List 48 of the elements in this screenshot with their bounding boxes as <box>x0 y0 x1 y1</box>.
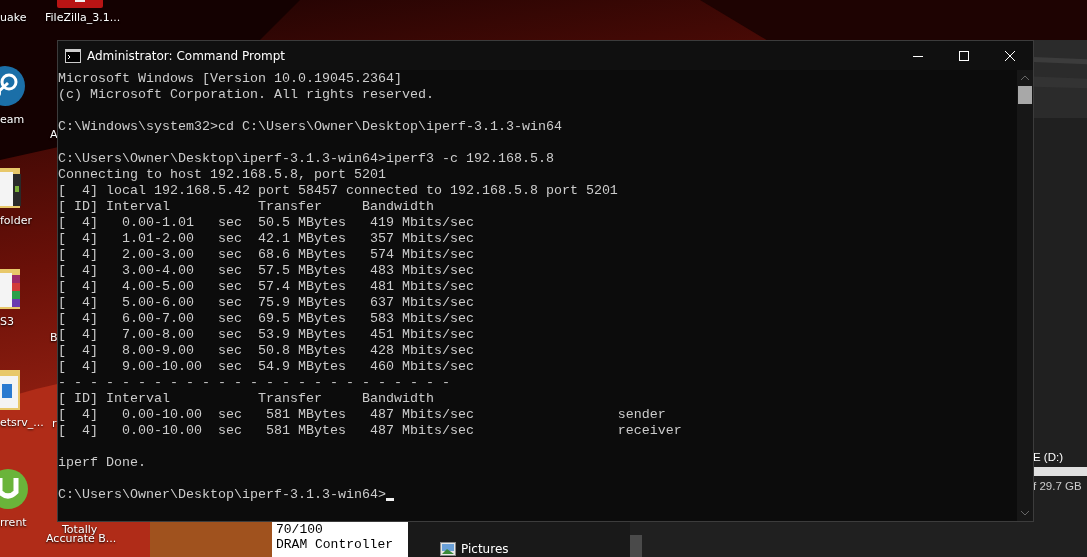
desktop-icon-label[interactable]: eam <box>0 113 25 127</box>
console-line: [ 4] 1.01-2.00 sec 42.1 MBytes 357 Mbits/sec <box>58 231 474 247</box>
desktop-icon-label[interactable]: folder <box>0 214 32 228</box>
window-text: DRAM Controller <box>276 537 395 552</box>
console-line: Microsoft Windows [Version 10.0.19045.2364] <box>58 71 402 87</box>
console-line: [ 4] 2.00-3.00 sec 68.6 MBytes 574 Mbits/sec <box>58 247 474 263</box>
console-line: [ 4] 3.00-4.00 sec 57.5 MBytes 483 Mbits/sec <box>58 263 474 279</box>
desktop-icon-label[interactable]: uake <box>0 11 27 25</box>
archive-icon[interactable] <box>0 267 22 311</box>
console-line: [ 4] 0.00-1.01 sec 50.5 MBytes 419 Mbits/sec <box>58 215 474 231</box>
drive-label[interactable]: E (D:) <box>1033 451 1087 463</box>
console-line: [ ID] Interval Transfer Bandwidth <box>58 391 434 407</box>
console-line: [ 4] 5.00-6.00 sec 75.9 MBytes 637 Mbits/sec <box>58 295 474 311</box>
console-line: [ 4] 7.00-8.00 sec 53.9 MBytes 451 Mbits/sec <box>58 327 474 343</box>
console-line: Connecting to host 192.168.5.8, port 5201 <box>58 167 386 183</box>
console-line: [ 4] 6.00-7.00 sec 69.5 MBytes 583 Mbits/sec <box>58 311 474 327</box>
window-title: Administrator: Command Prompt <box>87 48 286 63</box>
console-line: - - - - - - - - - - - - - - - - - - - - - - - - - <box>58 375 450 391</box>
console-line: [ 4] local 192.168.5.42 port 58457 connected to 192.168.5.8 port 5201 <box>58 183 618 199</box>
scrollbar[interactable] <box>1017 70 1033 521</box>
console-line: [ 4] 0.00-10.00 sec 581 MBytes 487 Mbits/sec receiver <box>58 423 682 439</box>
console-line: [ ID] Interval Transfer Bandwidth <box>58 199 434 215</box>
folder-icon[interactable] <box>0 166 22 210</box>
desktop-icon-label[interactable]: rrent <box>0 516 27 530</box>
console-line: iperf Done. <box>58 455 146 471</box>
drive-usage-bar <box>1033 467 1087 476</box>
console-line: C:\Windows\system32>cd C:\Users\Owner\Desktop\iperf-3.1.3-win64 <box>58 119 562 135</box>
scroll-thumb[interactable] <box>1018 86 1032 104</box>
desktop-icon-label[interactable]: FileZilla_3.1... <box>45 11 121 25</box>
console-line: C:\Users\Owner\Desktop\iperf-3.1.3-win64>iperf3 -c 192.168.5.8 <box>58 151 554 167</box>
window-text: 70/100 <box>276 522 324 537</box>
folder-icon[interactable] <box>0 368 22 412</box>
desktop-icon-label[interactable]: S3 <box>0 315 14 329</box>
scroll-up-icon[interactable] <box>1020 75 1030 81</box>
console-line: [ 4] 4.00-5.00 sec 57.4 MBytes 481 Mbits/sec <box>58 279 474 295</box>
scroll-down-icon[interactable] <box>1020 510 1030 516</box>
console-icon <box>65 48 81 63</box>
desktop-icon-label[interactable]: r <box>52 417 57 431</box>
console-line: [ 4] 9.00-10.00 sec 54.9 MBytes 460 Mbits/sec <box>58 359 474 375</box>
console-line: [ 4] 0.00-10.00 sec 581 MBytes 487 Mbits/sec sender <box>58 407 666 423</box>
console-line: (c) Microsoft Corporation. All rights reserved. <box>58 87 434 103</box>
console-line: C:\Users\Owner\Desktop\iperf-3.1.3-win64> <box>58 487 386 503</box>
desktop-icon-label[interactable]: B <box>50 331 58 345</box>
desktop-icon-label[interactable]: A <box>50 128 58 142</box>
console-line: [ 4] 8.00-9.00 sec 50.8 MBytes 428 Mbits/sec <box>58 343 474 359</box>
pictures-folder-icon <box>440 542 456 556</box>
desktop-icon-label[interactable]: etsrv_... <box>0 416 44 430</box>
nav-item[interactable]: Pictures <box>440 542 509 556</box>
